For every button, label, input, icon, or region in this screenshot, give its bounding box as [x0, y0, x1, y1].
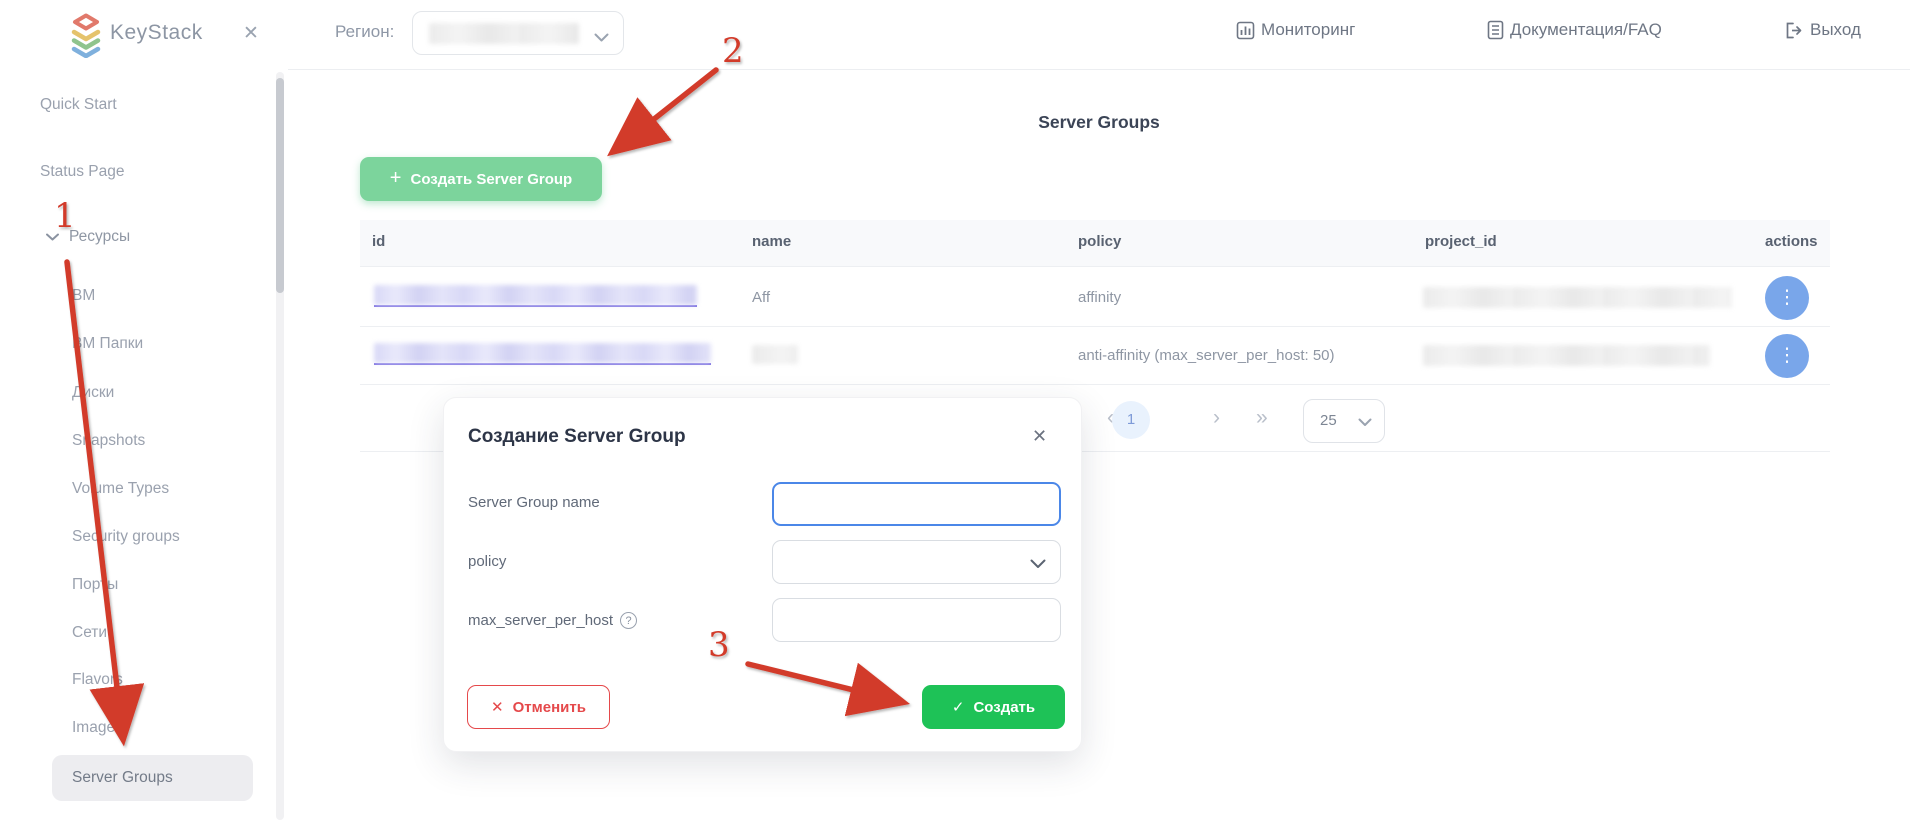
cancel-button[interactable]: ✕ Отменить — [467, 685, 610, 729]
policy-select[interactable] — [772, 540, 1061, 584]
sidebar-item-ports[interactable]: Порты — [72, 576, 118, 594]
pagination-last-icon[interactable]: » — [1256, 406, 1268, 430]
field-label-max-server-per-host: max_server_per_host ? — [468, 612, 637, 629]
column-header-name: name — [752, 233, 791, 250]
cancel-button-label: Отменить — [513, 699, 586, 716]
brand-title: KeyStack — [110, 21, 203, 45]
keystack-logo-icon — [70, 12, 102, 58]
bar-chart-icon — [1236, 21, 1255, 40]
cell-name: Aff — [752, 289, 770, 306]
nav-monitoring-label: Мониторинг — [1261, 20, 1355, 40]
cell-project-id-redacted — [1423, 287, 1732, 308]
submit-create-button[interactable]: ✓ Создать — [922, 685, 1065, 729]
pagination-page-1[interactable]: 1 — [1112, 401, 1150, 439]
field-label-server-group-name: Server Group name — [468, 494, 600, 511]
cell-policy: anti-affinity (max_server_per_host: 50) — [1078, 347, 1335, 364]
field-label-policy: policy — [468, 553, 506, 570]
nav-documentation-label: Документация/FAQ — [1510, 20, 1662, 40]
create-button-label: Создать Server Group — [410, 171, 572, 188]
sidebar-item-status-page[interactable]: Status Page — [40, 163, 124, 181]
page-title: Server Groups — [288, 112, 1910, 133]
document-icon — [1487, 20, 1504, 40]
region-label: Регион: — [335, 22, 394, 42]
sidebar-item-security-groups[interactable]: Security groups — [72, 528, 180, 546]
column-header-project-id: project_id — [1425, 233, 1497, 250]
sidebar-scrollbar-thumb[interactable] — [276, 78, 284, 293]
region-value-redacted — [429, 23, 579, 44]
column-header-policy: policy — [1078, 233, 1121, 250]
sidebar-close-icon[interactable]: ✕ — [243, 22, 259, 45]
page-size-value: 25 — [1320, 412, 1337, 429]
sidebar-item-networks[interactable]: Сети — [72, 624, 107, 642]
modal-title: Создание Server Group — [468, 426, 686, 448]
cross-icon: ✕ — [491, 698, 504, 716]
sidebar-item-vm[interactable]: ВМ — [72, 287, 95, 305]
table-header-row: id name policy project_id actions — [360, 220, 1830, 266]
max-server-per-host-input[interactable] — [772, 598, 1061, 642]
sidebar-item-flavors[interactable]: Flavors — [72, 671, 123, 689]
chevron-down-icon — [594, 29, 609, 47]
help-question-icon[interactable]: ? — [620, 612, 637, 629]
id-link-redacted[interactable] — [374, 343, 711, 365]
cell-policy: affinity — [1078, 289, 1121, 306]
id-link-redacted[interactable] — [374, 285, 697, 307]
modal-close-icon[interactable]: ✕ — [1032, 426, 1047, 447]
sidebar-item-quick-start[interactable]: Quick Start — [40, 96, 117, 114]
chevron-down-icon — [1358, 418, 1372, 427]
logout-icon — [1784, 21, 1804, 40]
create-server-group-button[interactable]: + Создать Server Group — [360, 157, 602, 201]
server-group-name-input[interactable] — [772, 482, 1061, 526]
sidebar-item-images[interactable]: Images — [72, 719, 123, 737]
chevron-down-icon — [1030, 559, 1046, 569]
sidebar-group-label: Ресурсы — [69, 228, 130, 245]
row-actions-kebab-button[interactable]: ⋮ — [1765, 276, 1809, 320]
column-header-id: id — [372, 233, 385, 250]
table-row: anti-affinity (max_server_per_host: 50) … — [360, 327, 1830, 385]
cell-name-redacted — [752, 345, 798, 364]
sidebar: KeyStack ✕ Quick Start Status Page Ресур… — [0, 0, 288, 820]
sidebar-item-volume-types[interactable]: Volume Types — [72, 480, 169, 498]
sidebar-item-disks[interactable]: Диски — [72, 384, 114, 402]
check-icon: ✓ — [952, 698, 965, 716]
column-header-actions: actions — [1765, 233, 1818, 250]
sidebar-item-vm-folders[interactable]: ВМ Папки — [72, 335, 143, 353]
nav-logout[interactable]: Выход — [1784, 20, 1861, 40]
nav-monitoring[interactable]: Мониторинг — [1236, 20, 1355, 40]
nav-logout-label: Выход — [1810, 20, 1861, 40]
sidebar-group-resources[interactable]: Ресурсы — [46, 228, 130, 246]
submit-button-label: Создать — [973, 699, 1035, 716]
top-bar: Регион: Мониторинг Документация/FAQ Выхо… — [288, 0, 1910, 70]
plus-icon: + — [390, 167, 402, 190]
page-size-select[interactable]: 25 — [1303, 399, 1385, 443]
row-actions-kebab-button[interactable]: ⋮ — [1765, 334, 1809, 378]
nav-documentation[interactable]: Документация/FAQ — [1487, 20, 1662, 40]
app-window: KeyStack ✕ Quick Start Status Page Ресур… — [0, 0, 1910, 820]
table-row: Aff affinity ⋮ — [360, 266, 1830, 327]
cell-project-id-redacted — [1423, 345, 1710, 366]
sidebar-item-server-groups[interactable]: Server Groups — [52, 755, 253, 801]
chevron-down-icon — [46, 228, 59, 246]
region-select[interactable] — [412, 11, 624, 55]
sidebar-item-snapshots[interactable]: Snapshots — [72, 432, 145, 450]
create-server-group-modal: Создание Server Group ✕ Server Group nam… — [443, 397, 1082, 752]
max-server-per-host-label-text: max_server_per_host — [468, 612, 613, 629]
pagination-next-icon[interactable]: › — [1213, 406, 1220, 430]
